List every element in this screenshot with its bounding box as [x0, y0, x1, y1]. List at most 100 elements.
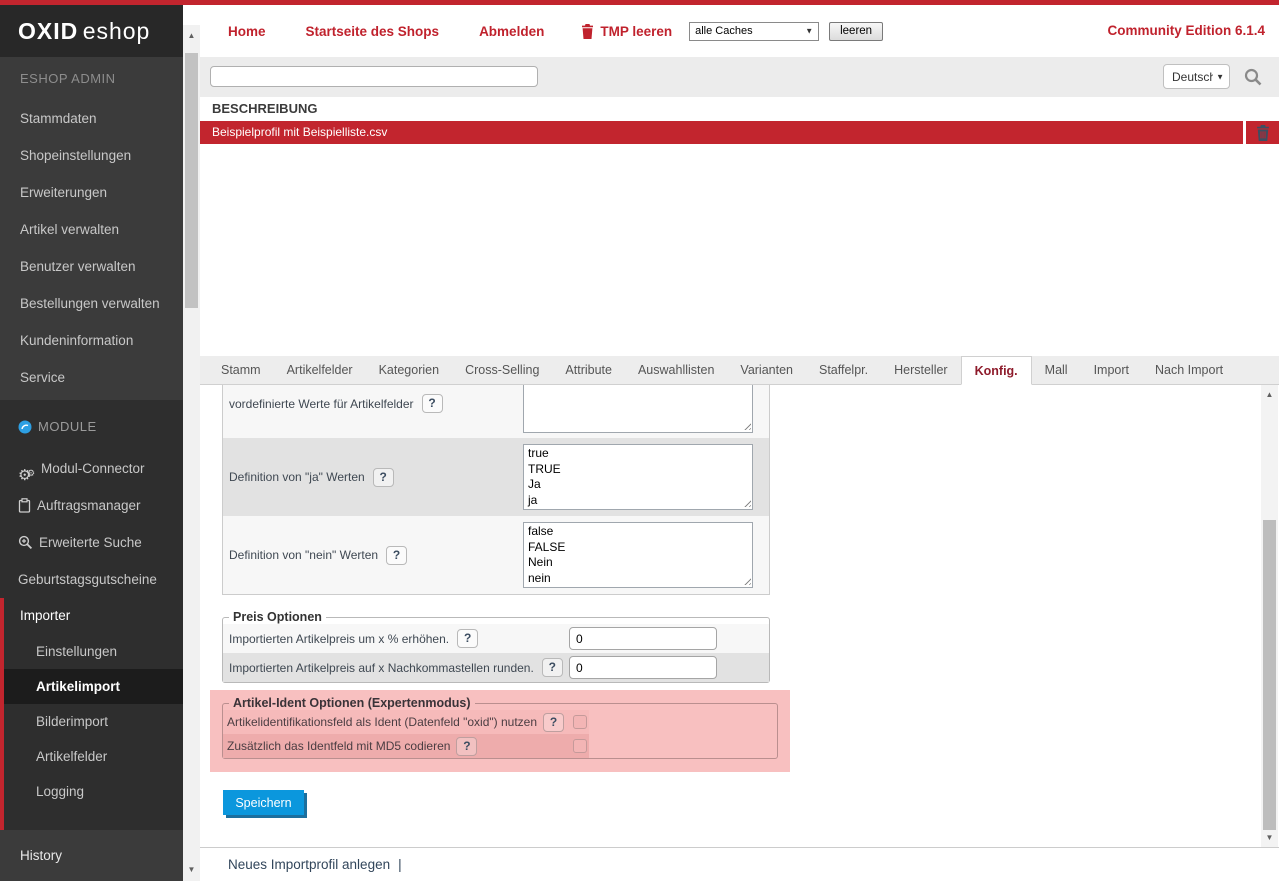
top-navigation: Home Startseite des Shops Abmelden TMP l…: [200, 5, 1279, 57]
help-icon[interactable]: ?: [542, 658, 563, 677]
yes-values-textarea[interactable]: true TRUE Ja ja: [523, 444, 753, 510]
tab-konfig[interactable]: Konfig.: [961, 356, 1032, 385]
help-icon[interactable]: ?: [543, 713, 564, 732]
tab-staffelpr[interactable]: Staffelpr.: [806, 356, 881, 385]
sidebar-item-shopeinstellungen[interactable]: Shopeinstellungen: [0, 137, 183, 174]
scroll-up-icon[interactable]: ▲: [1261, 388, 1278, 402]
module-icon: [18, 420, 32, 434]
price-options-legend: Preis Optionen: [229, 610, 326, 624]
sidebar-item-service[interactable]: Service: [0, 359, 183, 396]
table-row: Definition von "ja" Werten ? true TRUE J…: [223, 438, 769, 516]
sidebar-scrollbar[interactable]: ▲ ▼: [183, 25, 200, 881]
module-header-label: MODULE: [38, 410, 97, 444]
tab-attribute[interactable]: Attribute: [552, 356, 625, 385]
table-row: Importierten Artikelpreis auf x Nachkomm…: [223, 653, 769, 682]
price-options-fieldset: Preis Optionen Importierten Artikelpreis…: [222, 610, 770, 683]
sidebar-item-stammdaten[interactable]: Stammdaten: [0, 100, 183, 137]
cache-select-wrap: alle Caches: [689, 21, 819, 41]
no-values-textarea[interactable]: false FALSE Nein nein: [523, 522, 753, 588]
sidebar: OXID eshop ESHOP ADMIN Stammdaten Shopei…: [0, 5, 200, 881]
new-import-profile-link[interactable]: Neues Importprofil anlegen: [228, 857, 390, 872]
module-section: MODULE ⚙⚙ Modul-Connector Auftragsmanage…: [0, 400, 183, 830]
sidebar-background: OXID eshop ESHOP ADMIN Stammdaten Shopei…: [0, 5, 183, 881]
tab-stamm[interactable]: Stamm: [208, 356, 274, 385]
sidebar-subitem-bilderimport[interactable]: Bilderimport: [4, 704, 183, 739]
sidebar-subitem-logging[interactable]: Logging: [4, 774, 183, 809]
tab-mall[interactable]: Mall: [1032, 356, 1081, 385]
help-icon[interactable]: ?: [422, 394, 443, 413]
sidebar-item-importer[interactable]: Importer: [4, 598, 183, 634]
tab-artikelfelder[interactable]: Artikelfelder: [274, 356, 366, 385]
use-oxid-ident-checkbox[interactable]: [573, 715, 587, 729]
cache-select[interactable]: alle Caches: [689, 22, 819, 41]
sidebar-scrollbar-thumb[interactable]: [185, 53, 198, 308]
panel-scrollbar-thumb[interactable]: [1263, 520, 1276, 830]
tab-auswahllisten[interactable]: Auswahllisten: [625, 356, 727, 385]
module-header: MODULE: [18, 410, 97, 444]
oxid-admin-screen: OXID eshop ESHOP ADMIN Stammdaten Shopei…: [0, 0, 1279, 881]
help-icon[interactable]: ?: [373, 468, 394, 487]
logo[interactable]: OXID eshop: [0, 5, 183, 57]
scroll-down-icon[interactable]: ▼: [183, 863, 200, 877]
article-ident-fieldset: Artikel-Ident Optionen (Expertenmodus) A…: [222, 696, 778, 759]
delete-profile-cell[interactable]: [1246, 121, 1279, 144]
tab-varianten[interactable]: Varianten: [727, 356, 806, 385]
history-section: History: [0, 830, 183, 881]
sidebar-subitem-einstellungen[interactable]: Einstellungen: [4, 634, 183, 669]
sidebar-item-label: Auftragsmanager: [37, 487, 141, 524]
sidebar-item-modul-connector[interactable]: ⚙⚙ Modul-Connector: [18, 450, 145, 487]
shop-start-link[interactable]: Startseite des Shops: [306, 24, 440, 39]
sidebar-subitem-artikelfelder[interactable]: Artikelfelder: [4, 739, 183, 774]
importer-nav-group: Importer Einstellungen Artikelimport Bil…: [0, 598, 183, 830]
help-icon[interactable]: ?: [456, 737, 477, 756]
trash-icon: [581, 24, 594, 39]
tab-import[interactable]: Import: [1081, 356, 1142, 385]
home-link[interactable]: Home: [228, 24, 266, 39]
help-icon[interactable]: ?: [386, 546, 407, 565]
clear-cache-button[interactable]: leeren: [829, 22, 883, 41]
language-select-wrap: Deutsch: [1163, 64, 1230, 89]
bottom-bar: Neues Importprofil anlegen |: [200, 848, 1279, 881]
help-icon[interactable]: ?: [457, 629, 478, 648]
article-ident-legend: Artikel-Ident Optionen (Expertenmodus): [229, 696, 475, 710]
search-icon[interactable]: [1244, 68, 1262, 86]
sidebar-item-bestellungen-verwalten[interactable]: Bestellungen verwalten: [0, 285, 183, 322]
field-label: vordefinierte Werte für Artikelfelder: [229, 397, 414, 411]
panel-scrollbar[interactable]: ▲ ▼: [1261, 385, 1278, 848]
tab-nach-import[interactable]: Nach Import: [1142, 356, 1236, 385]
sidebar-item-auftragsmanager[interactable]: Auftragsmanager: [18, 487, 141, 524]
sidebar-item-benutzer-verwalten[interactable]: Benutzer verwalten: [0, 248, 183, 285]
tab-cross-selling[interactable]: Cross-Selling: [452, 356, 552, 385]
logo-oxid-text: OXID: [18, 18, 78, 44]
table-row: Zusätzlich das Identfeld mit MD5 codiere…: [223, 734, 589, 758]
save-button[interactable]: Speichern: [223, 790, 304, 815]
top-accent-bar: [0, 0, 1279, 5]
sidebar-item-erweiterungen[interactable]: Erweiterungen: [0, 174, 183, 211]
field-label: Importierten Artikelpreis auf x Nachkomm…: [229, 661, 534, 675]
sidebar-item-label: Modul-Connector: [41, 450, 145, 487]
tab-hersteller[interactable]: Hersteller: [881, 356, 961, 385]
search-input[interactable]: [210, 66, 538, 87]
import-profile-row[interactable]: Beispielprofil mit Beispielliste.csv: [200, 121, 1243, 144]
price-rounding-input[interactable]: [569, 656, 717, 679]
md5-encode-checkbox[interactable]: [573, 739, 587, 753]
predefined-values-textarea[interactable]: [523, 385, 753, 433]
edition-label: Community Edition 6.1.4: [1107, 23, 1265, 38]
tmp-clear-link[interactable]: TMP leeren: [600, 24, 672, 39]
sidebar-item-erweiterte-suche[interactable]: Erweiterte Suche: [18, 524, 142, 561]
sidebar-item-label: Geburtstagsgutscheine: [18, 561, 157, 598]
price-increase-input[interactable]: [569, 627, 717, 650]
sidebar-item-history[interactable]: History: [0, 830, 183, 881]
language-select[interactable]: Deutsch: [1163, 64, 1230, 89]
sidebar-subitem-artikelimport[interactable]: Artikelimport: [4, 669, 183, 704]
scroll-down-icon[interactable]: ▼: [1261, 831, 1278, 845]
scroll-up-icon[interactable]: ▲: [183, 29, 200, 43]
table-row: vordefinierte Werte für Artikelfelder ?: [223, 385, 769, 438]
logout-link[interactable]: Abmelden: [479, 24, 544, 39]
tab-kategorien[interactable]: Kategorien: [366, 356, 452, 385]
sidebar-item-kundeninformation[interactable]: Kundeninformation: [0, 322, 183, 359]
field-label: Importierten Artikelpreis um x % erhöhen…: [229, 632, 449, 646]
table-row: Importierten Artikelpreis um x % erhöhen…: [223, 624, 769, 653]
sidebar-item-artikel-verwalten[interactable]: Artikel verwalten: [0, 211, 183, 248]
sidebar-item-geburtstagsgutscheine[interactable]: Geburtstagsgutscheine: [18, 561, 157, 598]
